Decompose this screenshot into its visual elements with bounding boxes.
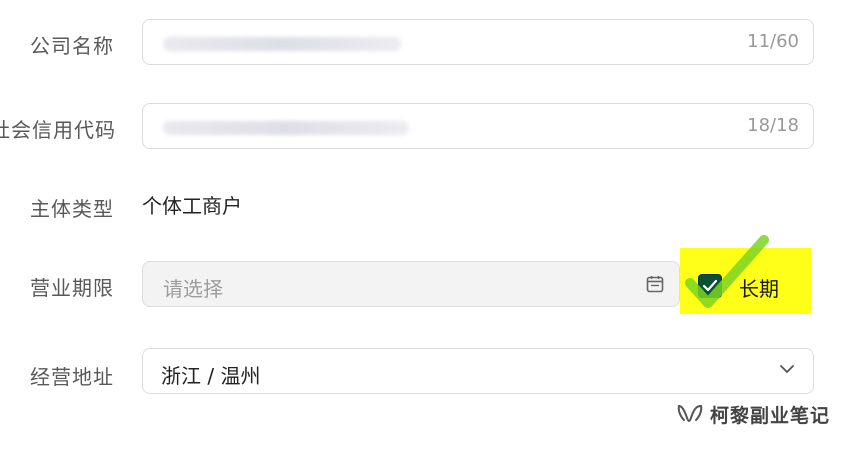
annotation-tick-icon	[685, 235, 769, 308]
entity-type-value: 个体工商户	[142, 194, 242, 218]
credit-code-label: 社会信用代码	[0, 118, 116, 142]
watermark-text: 柯黎副业笔记	[710, 404, 831, 427]
company-name-label: 公司名称	[30, 34, 114, 58]
business-term-date-picker[interactable]: 请选择	[142, 261, 680, 307]
chevron-down-icon	[780, 365, 794, 373]
credit-code-input[interactable]: 18/18	[142, 103, 814, 149]
address-value: 浙江 / 温州	[161, 364, 261, 388]
address-label: 经营地址	[30, 365, 114, 389]
credit-code-counter: 18/18	[747, 115, 799, 136]
calendar-icon[interactable]	[645, 274, 665, 294]
blurred-company-name	[163, 37, 401, 51]
watermark: 柯黎副业笔记	[676, 401, 830, 427]
wechat-channel-icon	[677, 405, 703, 423]
company-name-input[interactable]: 11/60	[142, 19, 814, 65]
business-term-label: 营业期限	[30, 276, 114, 300]
address-select[interactable]: 浙江 / 温州	[142, 348, 814, 394]
entity-type-label: 主体类型	[30, 197, 114, 221]
date-placeholder: 请选择	[163, 277, 223, 301]
blurred-credit-code	[163, 121, 409, 135]
company-name-counter: 11/60	[747, 31, 799, 52]
